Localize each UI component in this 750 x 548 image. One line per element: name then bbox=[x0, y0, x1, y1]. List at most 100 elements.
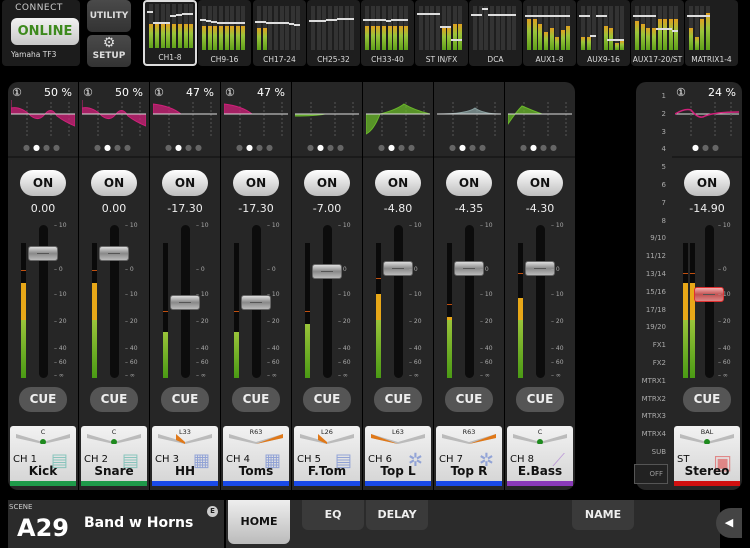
on-button[interactable]: ON bbox=[684, 170, 730, 196]
eq-graph[interactable] bbox=[153, 100, 217, 138]
eq-graph[interactable] bbox=[82, 100, 146, 138]
meter-fill bbox=[549, 28, 554, 50]
bank-st-in-fx[interactable]: ST IN/FX bbox=[415, 0, 468, 66]
channel-name-box[interactable]: C CH 8 ⟋ E.Bass bbox=[507, 426, 573, 486]
scale-tick: – ∞ bbox=[196, 372, 206, 379]
utility-button[interactable]: UTILITY bbox=[87, 0, 131, 32]
page-dots[interactable]: ●●● bbox=[672, 143, 742, 152]
send-item[interactable]: 8 bbox=[662, 217, 666, 225]
fader-track[interactable] bbox=[394, 225, 403, 378]
channel-name-box[interactable]: R63 CH 4 ▦ Toms bbox=[223, 426, 289, 486]
on-button[interactable]: ON bbox=[91, 170, 137, 196]
cue-button[interactable]: CUE bbox=[374, 387, 422, 412]
cue-button[interactable]: CUE bbox=[516, 387, 564, 412]
send-item[interactable]: 5 bbox=[662, 163, 666, 171]
send-item[interactable]: 15/16 bbox=[646, 288, 666, 296]
send-item[interactable]: 3 bbox=[662, 128, 666, 136]
fader-track[interactable] bbox=[465, 225, 474, 378]
send-item[interactable]: FX1 bbox=[653, 341, 666, 349]
send-item[interactable]: MTRX3 bbox=[642, 412, 666, 420]
eq-graph[interactable] bbox=[508, 100, 572, 138]
on-button[interactable]: ON bbox=[446, 170, 492, 196]
page-dots[interactable]: ●●●● bbox=[292, 143, 362, 152]
page-dots[interactable]: ●●●● bbox=[8, 143, 78, 152]
bank-dca[interactable]: DCA bbox=[469, 0, 522, 66]
channel-name-box[interactable]: L33 CH 3 ▦ HH bbox=[152, 426, 218, 486]
fader-track[interactable] bbox=[323, 225, 332, 378]
on-button[interactable]: ON bbox=[233, 170, 279, 196]
page-dots[interactable]: ●●●● bbox=[505, 143, 575, 152]
cue-button[interactable]: CUE bbox=[683, 387, 731, 412]
eq-graph[interactable] bbox=[366, 100, 430, 138]
fader-knob[interactable] bbox=[99, 245, 129, 261]
bank-ch33-40[interactable]: CH33-40 bbox=[361, 0, 414, 66]
meter-fill bbox=[370, 25, 375, 50]
send-item[interactable]: MTRX4 bbox=[642, 430, 666, 438]
cue-button[interactable]: CUE bbox=[90, 387, 138, 412]
send-item[interactable]: 2 bbox=[662, 110, 666, 118]
channel-name-box[interactable]: BAL ST ▣ Stereo bbox=[674, 426, 740, 486]
setup-button[interactable]: ⚙ SETUP bbox=[87, 35, 131, 67]
send-item[interactable]: 6 bbox=[662, 181, 666, 189]
peak-hold bbox=[305, 311, 310, 313]
eq-button[interactable]: EQ bbox=[302, 500, 364, 530]
channel-name-box[interactable]: C CH 2 ▤ Snare bbox=[81, 426, 147, 486]
cue-button[interactable]: CUE bbox=[232, 387, 280, 412]
eq-graph[interactable] bbox=[675, 100, 739, 138]
send-item[interactable]: 7 bbox=[662, 199, 666, 207]
on-button[interactable]: ON bbox=[375, 170, 421, 196]
cue-button[interactable]: CUE bbox=[161, 387, 209, 412]
page-dots[interactable]: ●●●● bbox=[434, 143, 504, 152]
channel-name-box[interactable]: L26 CH 5 ▤ F.Tom bbox=[294, 426, 360, 486]
on-button[interactable]: ON bbox=[304, 170, 350, 196]
bank-ch9-16[interactable]: CH9-16 bbox=[198, 0, 251, 66]
meter-fill bbox=[581, 36, 585, 50]
on-button[interactable]: ON bbox=[517, 170, 563, 196]
eq-graph[interactable] bbox=[437, 100, 501, 138]
bank-aux17-20-st[interactable]: AUX17-20/ST bbox=[631, 0, 684, 66]
page-dots[interactable]: ●●●● bbox=[150, 143, 220, 152]
fader-knob[interactable] bbox=[28, 245, 58, 261]
collapse-panel-button[interactable]: ◀ bbox=[716, 508, 742, 538]
name-button[interactable]: NAME bbox=[572, 500, 634, 530]
eq-graph[interactable] bbox=[295, 100, 359, 138]
bank-aux9-16[interactable]: AUX9-16 bbox=[577, 0, 630, 66]
send-item[interactable]: 9/10 bbox=[650, 234, 666, 242]
eq-graph[interactable] bbox=[224, 100, 288, 138]
send-item[interactable]: 17/18 bbox=[646, 306, 666, 314]
channel-name-box[interactable]: C CH 1 ▤ Kick bbox=[10, 426, 76, 486]
delay-button[interactable]: DELAY bbox=[366, 500, 428, 530]
channel-name-box[interactable]: R63 CH 7 ✲ Top R bbox=[436, 426, 502, 486]
page-dots[interactable]: ●●●● bbox=[363, 143, 433, 152]
bank-meter bbox=[262, 6, 267, 50]
level-meter bbox=[518, 243, 523, 378]
send-item[interactable]: 1 bbox=[662, 92, 666, 100]
send-item[interactable]: MTRX1 bbox=[642, 377, 666, 385]
channel-name-box[interactable]: L63 CH 6 ✲ Top L bbox=[365, 426, 431, 486]
on-button[interactable]: ON bbox=[20, 170, 66, 196]
cue-button[interactable]: CUE bbox=[303, 387, 351, 412]
send-item[interactable]: 13/14 bbox=[646, 270, 666, 278]
bank-aux1-8[interactable]: AUX1-8 bbox=[523, 0, 576, 66]
page-dots[interactable]: ●●●● bbox=[79, 143, 149, 152]
scale-tick: – 0 bbox=[125, 265, 134, 273]
bank-ch25-32[interactable]: CH25-32 bbox=[307, 0, 360, 66]
bank-matrix1-4[interactable]: MATRIX1-4 bbox=[685, 0, 738, 66]
sends-off-button[interactable]: OFF bbox=[634, 464, 668, 484]
page-dots[interactable]: ●●●● bbox=[221, 143, 291, 152]
bank-ch17-24[interactable]: CH17-24 bbox=[253, 0, 306, 66]
bank-ch1-8[interactable]: CH1-8 bbox=[143, 0, 197, 66]
home-button[interactable]: HOME bbox=[228, 500, 290, 544]
send-item[interactable]: FX2 bbox=[653, 359, 666, 367]
on-button[interactable]: ON bbox=[162, 170, 208, 196]
send-item[interactable]: 4 bbox=[662, 145, 666, 153]
eq-graph[interactable] bbox=[11, 100, 75, 138]
cue-button[interactable]: CUE bbox=[19, 387, 67, 412]
send-item[interactable]: SUB bbox=[652, 448, 666, 456]
online-button[interactable]: ONLINE bbox=[11, 18, 79, 45]
cue-button[interactable]: CUE bbox=[445, 387, 493, 412]
fader-track[interactable] bbox=[536, 225, 545, 378]
send-item[interactable]: 19/20 bbox=[646, 323, 666, 331]
send-item[interactable]: 11/12 bbox=[646, 252, 666, 260]
send-item[interactable]: MTRX2 bbox=[642, 395, 666, 403]
